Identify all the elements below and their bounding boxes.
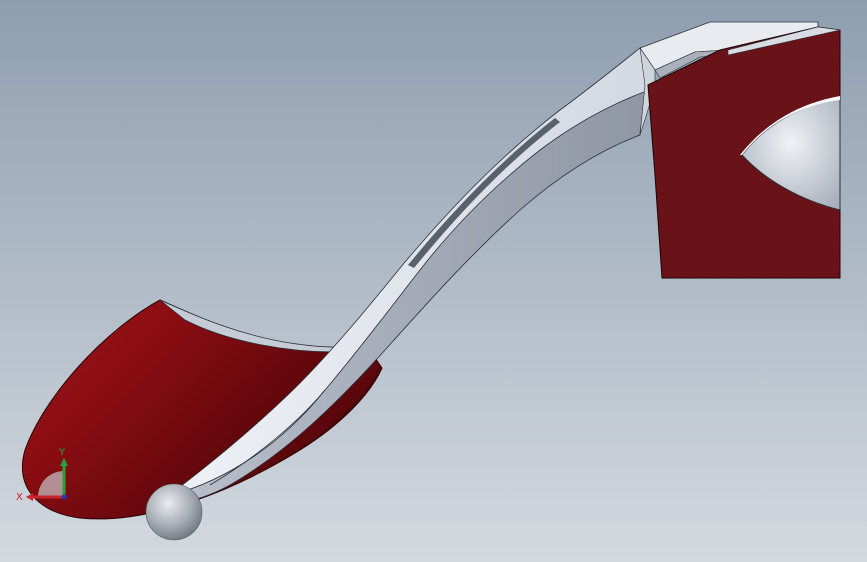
model-canvas[interactable]: X Y [0, 0, 867, 562]
sphere [145, 483, 203, 541]
graphics-viewport[interactable]: X Y [0, 0, 867, 562]
triad-x-label: X [16, 492, 23, 503]
pivot-sphere[interactable] [145, 483, 203, 541]
triad-z-axis [61, 494, 67, 500]
triad-y-label: Y [58, 447, 66, 458]
